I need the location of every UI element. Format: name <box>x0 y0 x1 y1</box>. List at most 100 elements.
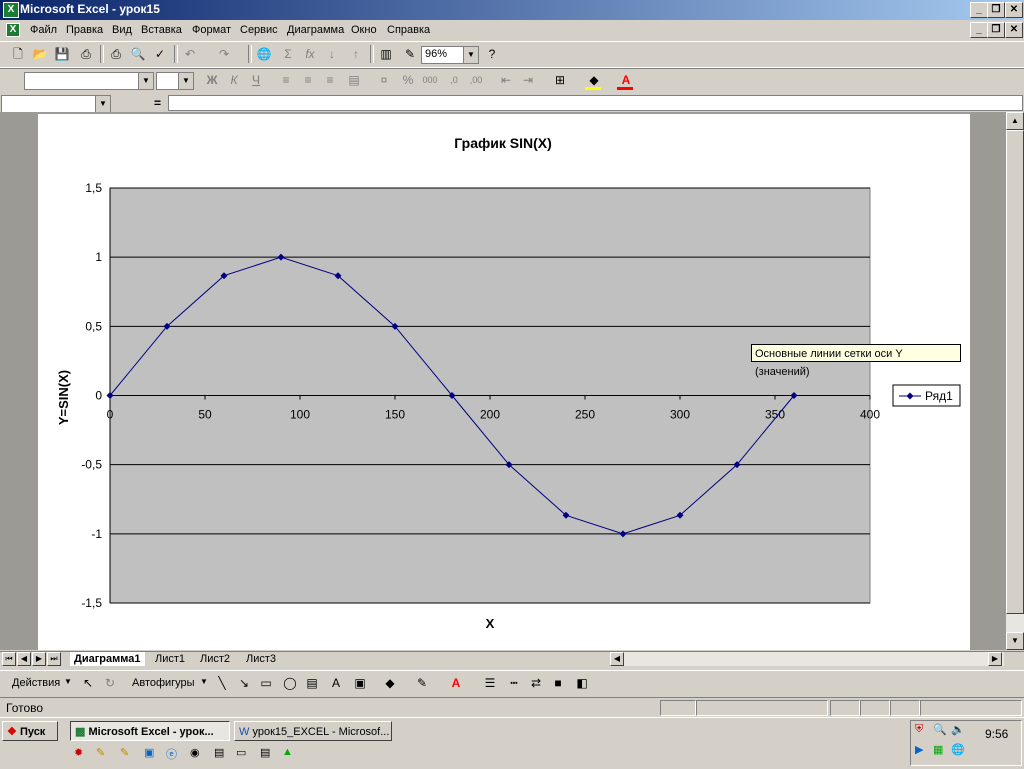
scroll-thumb[interactable] <box>1006 130 1024 614</box>
next-sheet-button[interactable]: ▶ <box>32 652 46 666</box>
hyperlink-icon[interactable]: 🌐 <box>254 44 274 64</box>
arrow-icon[interactable]: ↘ <box>234 673 254 693</box>
autosum-icon[interactable]: Σ <box>278 44 298 64</box>
scroll-down-button[interactable]: ▼ <box>1006 632 1024 650</box>
arrow-style-icon[interactable]: ⇄ <box>526 673 546 693</box>
print-preview-icon[interactable]: ⎙ <box>106 44 126 64</box>
chevron-down-icon[interactable]: ▼ <box>95 96 110 112</box>
oval-icon[interactable]: ◯ <box>280 673 300 693</box>
globe-icon[interactable]: 🌐 <box>951 743 965 756</box>
shield-icon[interactable]: ⛨ <box>915 723 923 736</box>
doc-minimize-button[interactable]: _ <box>970 22 988 38</box>
help-icon[interactable]: ? <box>482 44 502 64</box>
increase-indent-icon[interactable]: ⇥ <box>518 70 538 90</box>
redo-icon[interactable]: ↷ <box>214 44 234 64</box>
free-rotate-icon[interactable]: ↻ <box>100 673 120 693</box>
percent-icon[interactable]: % <box>398 70 418 90</box>
thousands-icon[interactable]: 000 <box>420 70 440 90</box>
zoom-select[interactable]: 96% ▼ <box>421 46 479 64</box>
chevron-down-icon[interactable]: ▼ <box>138 73 153 89</box>
textbox-icon[interactable]: ▤ <box>302 673 322 693</box>
doc-close-button[interactable]: ✕ <box>1005 22 1023 38</box>
horizontal-scrollbar[interactable]: ◀ ▶ <box>610 652 1004 666</box>
function-icon[interactable]: fx <box>300 44 320 64</box>
task-word[interactable]: W урок15_EXCEL - Microsof... <box>234 721 392 741</box>
rectangle-icon[interactable]: ▭ <box>256 673 276 693</box>
network-icon[interactable]: ▦ <box>933 743 943 756</box>
print-icon[interactable]: ⎙ <box>76 44 96 64</box>
minimize-button[interactable]: _ <box>970 2 988 18</box>
tab-sheet2[interactable]: Лист2 <box>200 652 230 666</box>
bold-icon[interactable]: Ж <box>202 70 222 90</box>
last-sheet-button[interactable]: ⏭ <box>47 652 61 666</box>
decrease-indent-icon[interactable]: ⇤ <box>496 70 516 90</box>
align-center-icon[interactable]: ≡ <box>298 70 318 90</box>
menu-tools[interactable]: Сервис <box>240 24 278 36</box>
spelling-icon[interactable]: ✓ <box>150 44 170 64</box>
align-left-icon[interactable]: ≡ <box>276 70 296 90</box>
sort-desc-icon[interactable]: ↑ <box>346 44 366 64</box>
line-icon[interactable]: ╲ <box>212 673 232 693</box>
chevron-down-icon[interactable]: ▼ <box>463 47 478 63</box>
excel-icon[interactable]: X <box>3 2 19 18</box>
task-excel[interactable]: ▩ Microsoft Excel - урок... <box>70 721 230 741</box>
doc-restore-button[interactable]: ❐ <box>987 22 1005 38</box>
close-button[interactable]: ✕ <box>1005 2 1023 18</box>
quick-launch-icon[interactable]: ▤ <box>260 746 270 759</box>
underline-icon[interactable]: Ч <box>246 70 266 90</box>
font-size-select[interactable]: ▼ <box>156 72 194 90</box>
quick-launch-icon[interactable]: ✹ <box>74 746 83 759</box>
drawing-icon[interactable]: ✎ <box>400 44 420 64</box>
speaker-icon[interactable]: 🔈 <box>951 723 965 736</box>
actions-menu[interactable]: Действия <box>12 677 60 689</box>
chevron-down-icon[interactable]: ▼ <box>200 677 208 686</box>
dash-style-icon[interactable]: ┅ <box>504 673 524 693</box>
new-icon[interactable]: 🗋 <box>8 44 28 64</box>
sort-asc-icon[interactable]: ↓ <box>322 44 342 64</box>
vertical-scrollbar[interactable]: ▲ ▼ <box>1006 112 1024 650</box>
menu-insert[interactable]: Вставка <box>141 24 182 36</box>
play-icon[interactable]: ▶ <box>915 743 923 756</box>
borders-icon[interactable]: ⊞ <box>550 70 570 90</box>
merge-icon[interactable]: ▤ <box>344 70 364 90</box>
align-right-icon[interactable]: ≡ <box>320 70 340 90</box>
first-sheet-button[interactable]: ⏮ <box>2 652 16 666</box>
menu-chart[interactable]: Диаграмма <box>287 24 344 36</box>
menu-help[interactable]: Справка <box>387 24 430 36</box>
autoshapes-menu[interactable]: Автофигуры <box>132 677 195 689</box>
desktop-icon[interactable]: ▤ <box>214 746 224 759</box>
prev-sheet-button[interactable]: ◀ <box>17 652 31 666</box>
scroll-left-button[interactable]: ◀ <box>610 652 624 666</box>
shadow-icon[interactable]: ■ <box>548 673 568 693</box>
scroll-right-button[interactable]: ▶ <box>988 652 1002 666</box>
save-icon[interactable]: 💾 <box>52 44 72 64</box>
tab-diagram1[interactable]: Диаграмма1 <box>70 652 145 666</box>
menu-view[interactable]: Вид <box>112 24 132 36</box>
font-color-icon[interactable]: A <box>446 673 466 693</box>
quick-launch-icon[interactable]: ✎ <box>120 746 129 759</box>
open-icon[interactable]: 📂 <box>30 44 50 64</box>
chart-area[interactable]: 1,5 1 0,5 0 -0,5 -1 -1,5 0 50 100 150 200 250 300 350 4… <box>38 114 970 650</box>
browser-icon[interactable]: ⓔ <box>166 746 177 762</box>
chevron-down-icon[interactable]: ▼ <box>64 677 72 686</box>
restore-button[interactable]: ❐ <box>987 2 1005 18</box>
scroll-up-button[interactable]: ▲ <box>1006 112 1024 130</box>
increase-decimal-icon[interactable]: ,0 <box>444 70 464 90</box>
chevron-down-icon[interactable]: ▼ <box>178 73 193 89</box>
3d-icon[interactable]: ◧ <box>572 673 592 693</box>
tab-sheet1[interactable]: Лист1 <box>155 652 185 666</box>
line-style-icon[interactable]: ☰ <box>480 673 500 693</box>
select-objects-icon[interactable]: ↖ <box>78 673 98 693</box>
fill-color-icon[interactable]: ◆ <box>380 673 400 693</box>
quick-launch-icon[interactable]: ▣ <box>144 746 154 759</box>
menu-window[interactable]: Окно <box>351 24 377 36</box>
currency-icon[interactable]: ¤ <box>374 70 394 90</box>
menu-format[interactable]: Формат <box>192 24 231 36</box>
chart-wizard-icon[interactable]: ▥ <box>376 44 396 64</box>
formula-input[interactable] <box>168 95 1023 111</box>
decrease-decimal-icon[interactable]: ,00 <box>466 70 486 90</box>
font-select[interactable]: ▼ <box>24 72 154 90</box>
menu-edit[interactable]: Правка <box>66 24 103 36</box>
menu-file[interactable]: Файл <box>30 24 57 36</box>
document-icon[interactable]: X <box>6 23 20 37</box>
